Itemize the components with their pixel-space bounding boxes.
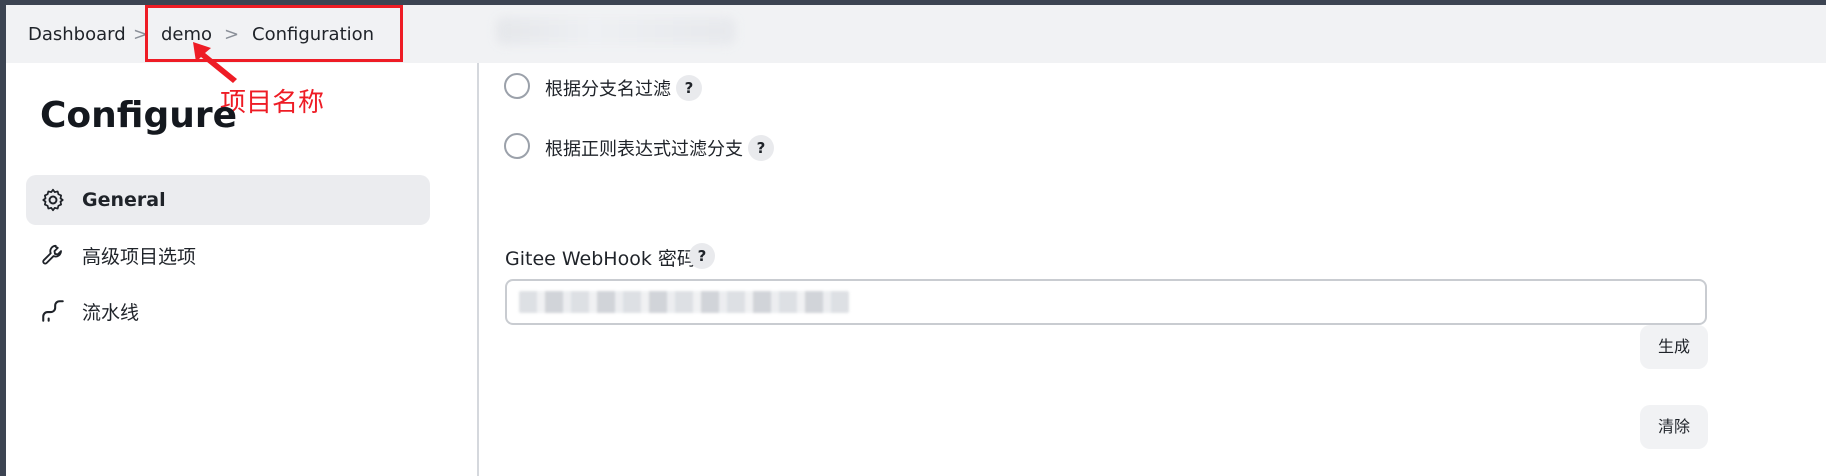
- window-frame-left: [0, 0, 6, 476]
- generate-button[interactable]: 生成: [1640, 325, 1708, 369]
- sidebar-item-label: 高级项目选项: [82, 245, 197, 268]
- gear-icon: [42, 188, 64, 212]
- clear-button[interactable]: 清除: [1640, 405, 1708, 449]
- radio-button[interactable]: [504, 73, 530, 99]
- webhook-password-label: Gitee WebHook 密码: [505, 248, 696, 270]
- sidebar-item-label: General: [82, 189, 166, 211]
- filter-option-label: 根据分支名过滤: [545, 79, 671, 100]
- help-icon[interactable]: ?: [676, 75, 702, 101]
- pane-divider: [477, 63, 479, 476]
- sidebar-item-advanced[interactable]: 高级项目选项: [26, 230, 430, 280]
- sidebar-item-label: 流水线: [82, 301, 140, 324]
- radio-button[interactable]: [504, 133, 530, 159]
- filter-option-label: 根据正则表达式过滤分支: [545, 139, 743, 160]
- webhook-password-input[interactable]: [505, 279, 1707, 325]
- pipeline-icon: [42, 300, 64, 322]
- sidebar-item-general[interactable]: General: [26, 175, 430, 225]
- annotation-arrow-icon: [193, 42, 237, 83]
- page-title: Configure: [40, 95, 238, 136]
- breadcrumb-dashboard[interactable]: Dashboard: [28, 24, 126, 45]
- redacted-breadcrumb-area: [496, 17, 736, 45]
- sidebar-item-pipeline[interactable]: 流水线: [26, 286, 430, 336]
- annotation-highlight-box: [145, 5, 403, 62]
- redacted-password-value: [519, 291, 849, 313]
- wrench-icon: [42, 244, 62, 265]
- help-icon[interactable]: ?: [689, 243, 715, 269]
- help-icon[interactable]: ?: [748, 135, 774, 161]
